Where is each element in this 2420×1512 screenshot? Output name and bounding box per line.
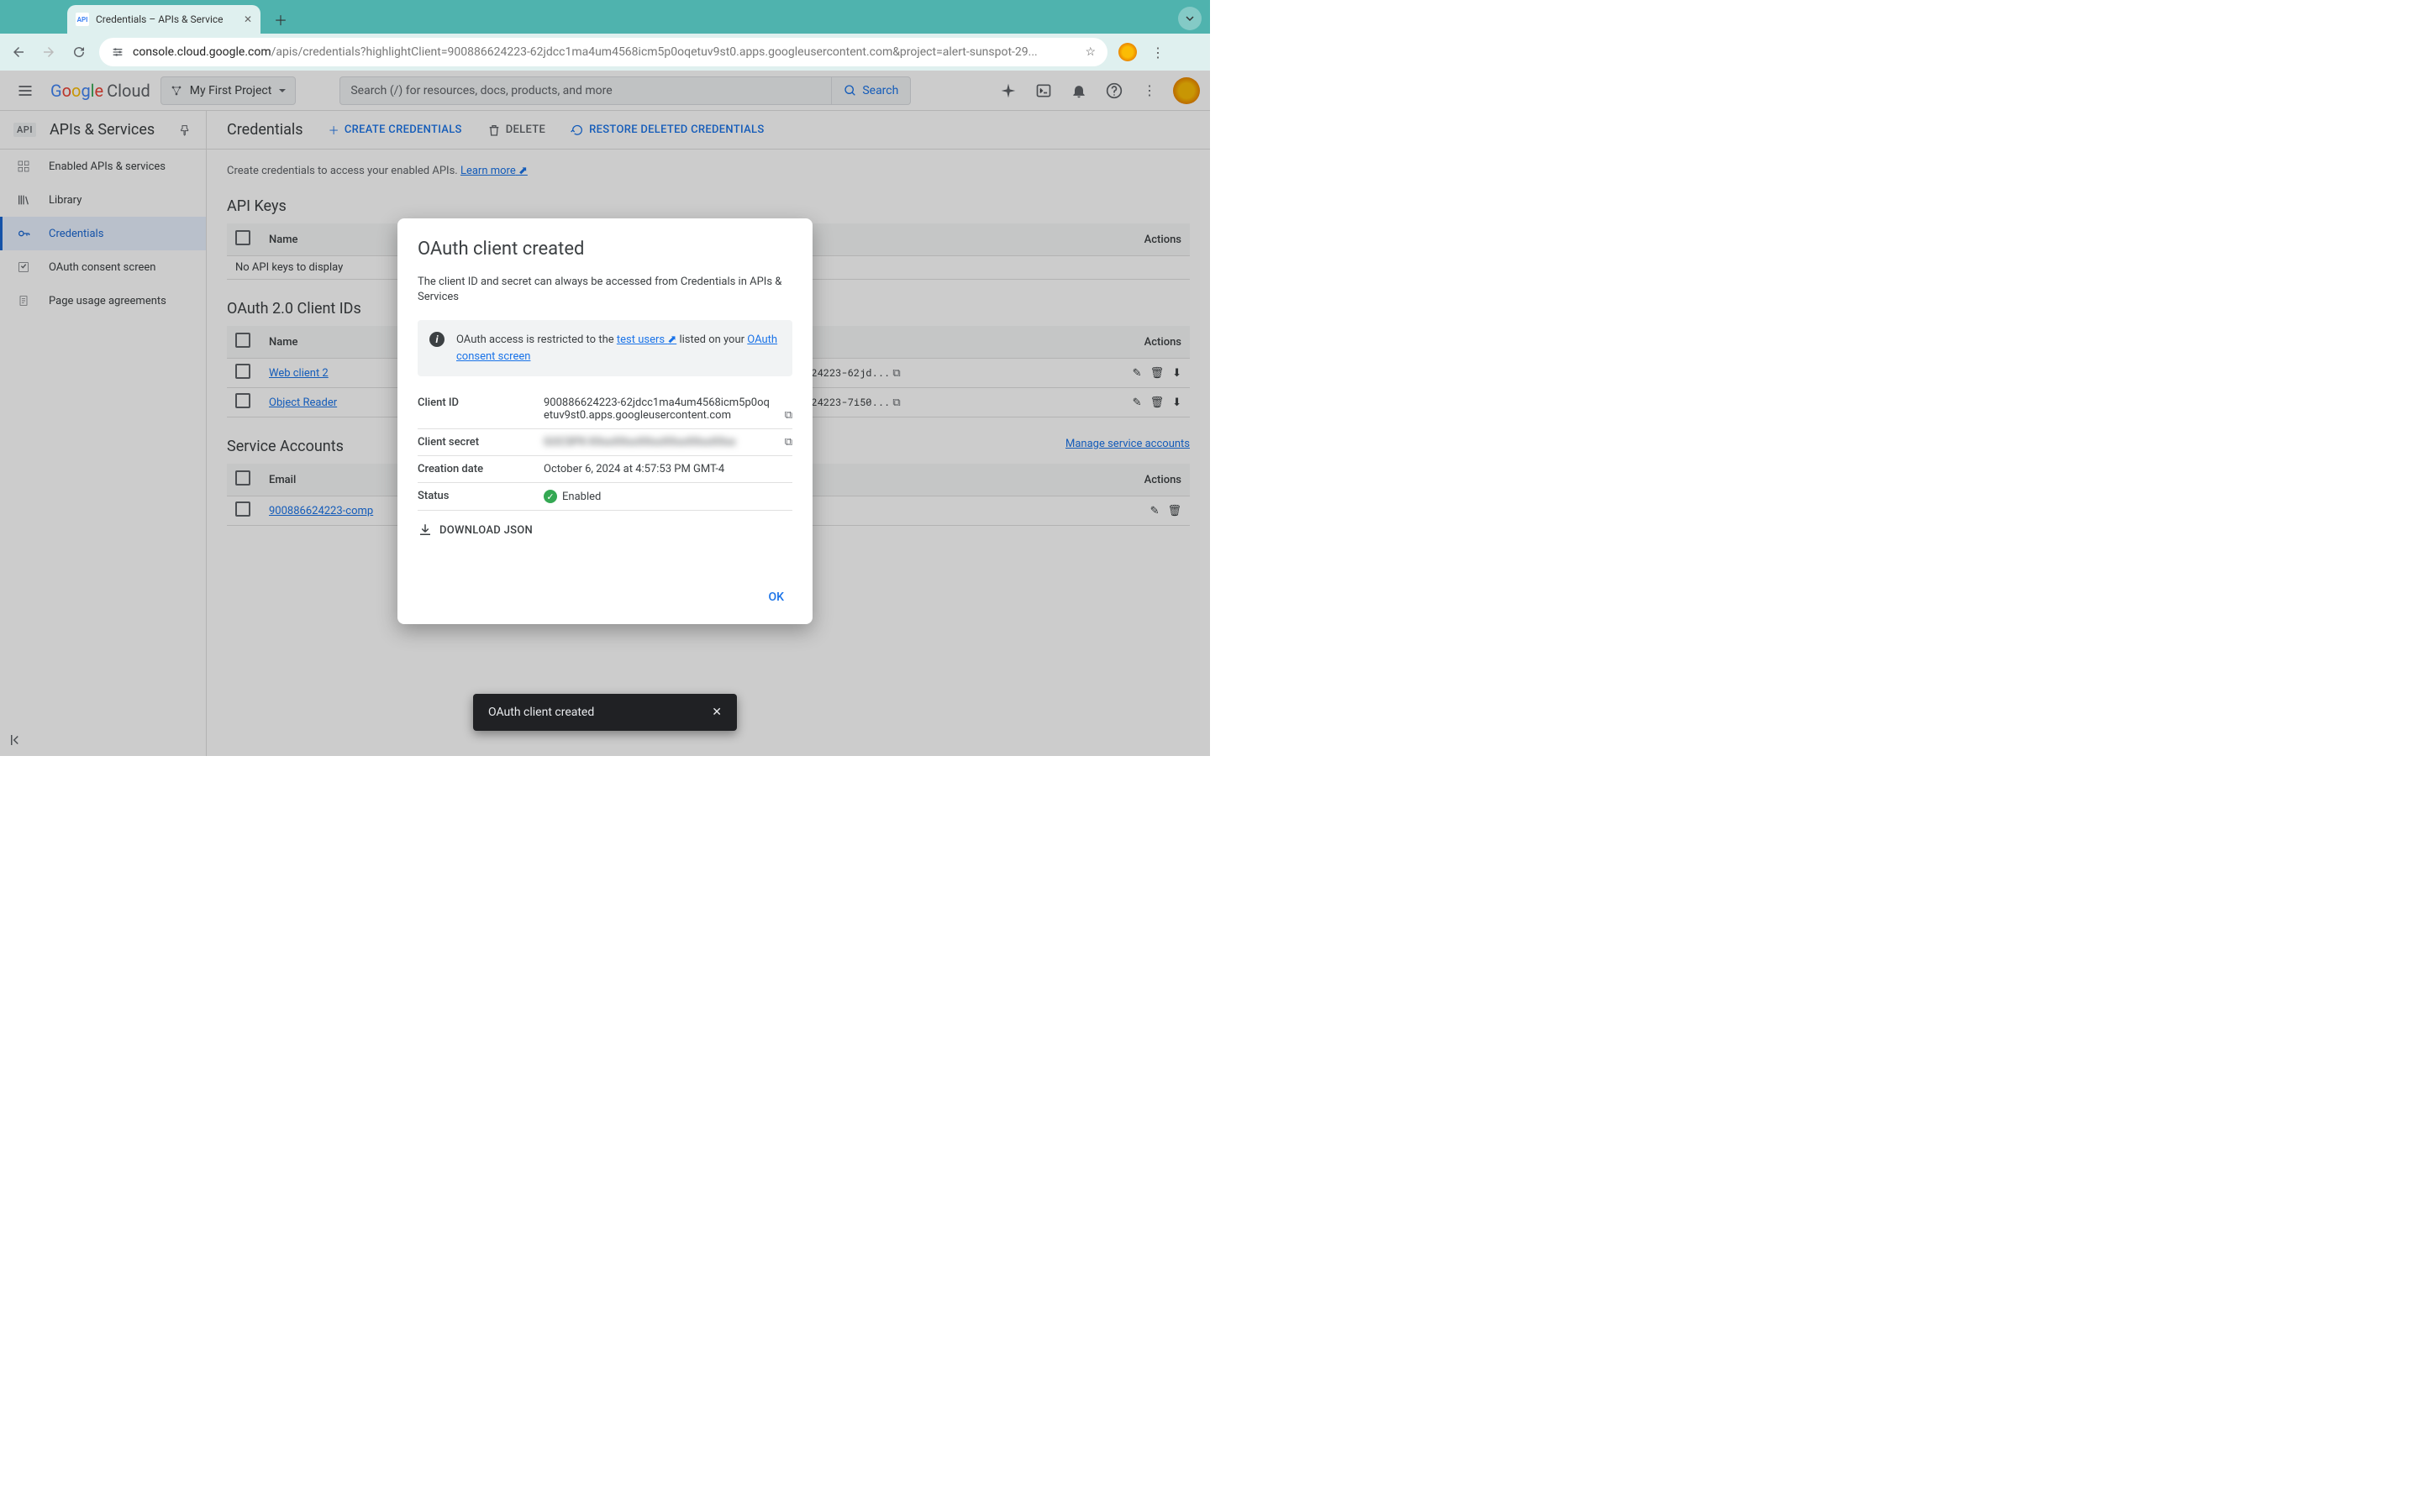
tab-favicon: API — [76, 13, 89, 26]
back-button[interactable] — [8, 42, 29, 62]
ok-button[interactable]: OK — [760, 585, 793, 609]
site-settings-icon[interactable] — [111, 45, 124, 59]
info-box: i OAuth access is restricted to the test… — [418, 320, 792, 376]
info-icon: i — [429, 332, 445, 347]
dialog-title: OAuth client created — [418, 239, 792, 260]
close-icon[interactable]: ✕ — [712, 706, 722, 719]
date-label: Creation date — [418, 463, 544, 475]
bookmark-star-icon[interactable]: ☆ — [1085, 45, 1096, 59]
close-icon[interactable]: ✕ — [244, 13, 252, 25]
status-value: ✓ Enabled — [544, 490, 792, 503]
browser-tab-strip: API Credentials – APIs & Service ✕ ＋ — [0, 0, 1210, 34]
extension-icon[interactable] — [1118, 42, 1138, 62]
browser-menu-button[interactable]: ⋮ — [1148, 42, 1168, 62]
copy-icon[interactable]: ⧉ — [785, 436, 792, 449]
secret-label: Client secret — [418, 436, 544, 449]
check-circle-icon: ✓ — [544, 490, 557, 503]
toast: OAuth client created ✕ — [473, 694, 737, 731]
download-icon — [418, 522, 433, 538]
external-link-icon: ⬈ — [667, 333, 676, 346]
forward-button[interactable] — [39, 42, 59, 62]
sun-icon — [1118, 43, 1137, 61]
status-label: Status — [418, 490, 544, 502]
dialog-subtitle: The client ID and secret can always be a… — [418, 275, 792, 305]
arrow-right-icon — [41, 45, 56, 60]
address-bar[interactable]: console.cloud.google.com/apis/credential… — [99, 38, 1107, 66]
clientid-value: 900886624223-62jdcc1ma4um4568icm5p0oqetu… — [544, 396, 792, 422]
secret-value: GOCSPX-XXxxXXxxXXxxXXxxXXxxXXxx ⧉ — [544, 436, 792, 449]
reload-button[interactable] — [69, 42, 89, 62]
url-text: console.cloud.google.com/apis/credential… — [133, 45, 1076, 59]
oauth-created-dialog: OAuth client created The client ID and s… — [397, 218, 813, 624]
download-json-button[interactable]: DOWNLOAD JSON — [418, 522, 792, 538]
browser-toolbar: console.cloud.google.com/apis/credential… — [0, 34, 1210, 71]
arrow-left-icon — [11, 45, 26, 60]
reload-icon — [71, 45, 87, 60]
clientid-label: Client ID — [418, 396, 544, 409]
tab-title: Credentials – APIs & Service — [96, 13, 224, 25]
test-users-link[interactable]: test users ⬈ — [617, 333, 676, 346]
new-tab-button[interactable]: ＋ — [269, 8, 292, 31]
copy-icon[interactable]: ⧉ — [785, 409, 792, 422]
tabs-overflow-button[interactable] — [1178, 7, 1202, 30]
toast-text: OAuth client created — [488, 706, 594, 719]
chevron-down-icon — [1185, 13, 1195, 24]
browser-tab[interactable]: API Credentials – APIs & Service ✕ — [67, 5, 260, 34]
date-value: October 6, 2024 at 4:57:53 PM GMT-4 — [544, 463, 792, 475]
